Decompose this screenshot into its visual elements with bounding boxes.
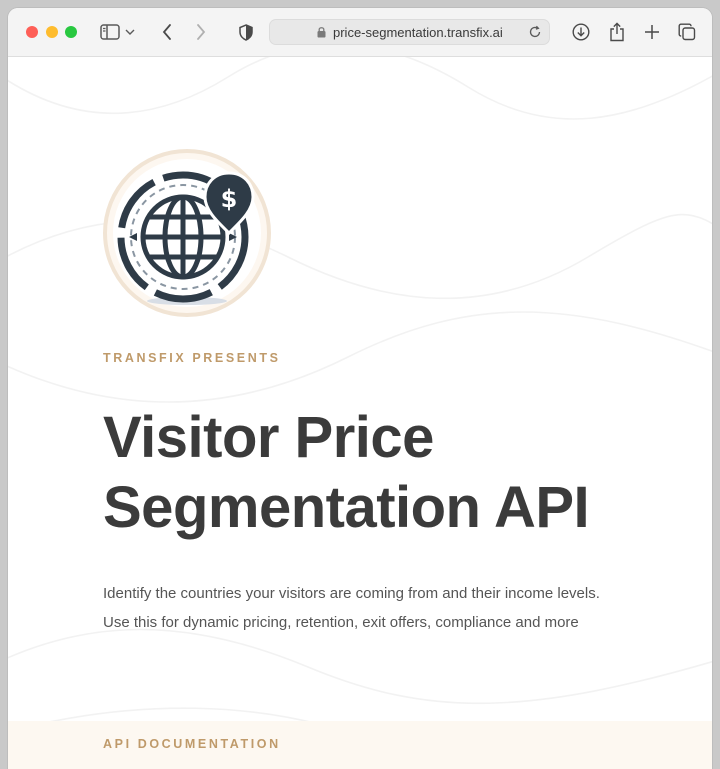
browser-window: price-segmentation.transfix.ai $ TRANSFI… — [8, 8, 712, 769]
description-line-2: Use this for dynamic pricing, retention,… — [103, 614, 579, 631]
title-line-1: Visitor Price — [103, 405, 434, 470]
lock-icon — [317, 27, 326, 38]
page-title: Visitor Price Segmentation API — [103, 403, 663, 543]
downloads-icon[interactable] — [569, 20, 593, 44]
globe-with-dollar-pin-icon: $ — [103, 149, 271, 317]
reload-icon[interactable] — [527, 24, 543, 40]
title-line-2: Segmentation API — [103, 475, 590, 540]
minimize-window-button[interactable] — [46, 26, 58, 38]
tab-overview-icon[interactable] — [675, 20, 699, 44]
url-text: price-segmentation.transfix.ai — [333, 25, 503, 40]
address-bar[interactable]: price-segmentation.transfix.ai — [269, 19, 550, 45]
sidebar-toggle-icon[interactable] — [98, 20, 122, 44]
browser-toolbar: price-segmentation.transfix.ai — [8, 8, 712, 57]
forward-icon[interactable] — [189, 20, 213, 44]
description-line-1: Identify the countries your visitors are… — [103, 585, 600, 602]
eyebrow-label: TRANSFIX PRESENTS — [103, 351, 281, 365]
share-icon[interactable] — [605, 20, 629, 44]
back-icon[interactable] — [155, 20, 179, 44]
privacy-shield-icon[interactable] — [234, 20, 258, 44]
chevron-down-icon[interactable] — [123, 20, 137, 44]
hero-description: Identify the countries your visitors are… — [103, 579, 683, 637]
new-tab-icon[interactable] — [640, 20, 664, 44]
svg-text:$: $ — [221, 185, 238, 213]
page-content: $ TRANSFIX PRESENTS Visitor Price Segmen… — [8, 57, 712, 769]
api-documentation-label: API DOCUMENTATION — [103, 737, 281, 751]
close-window-button[interactable] — [26, 26, 38, 38]
zoom-window-button[interactable] — [65, 26, 77, 38]
api-documentation-section: API DOCUMENTATION — [8, 721, 712, 769]
